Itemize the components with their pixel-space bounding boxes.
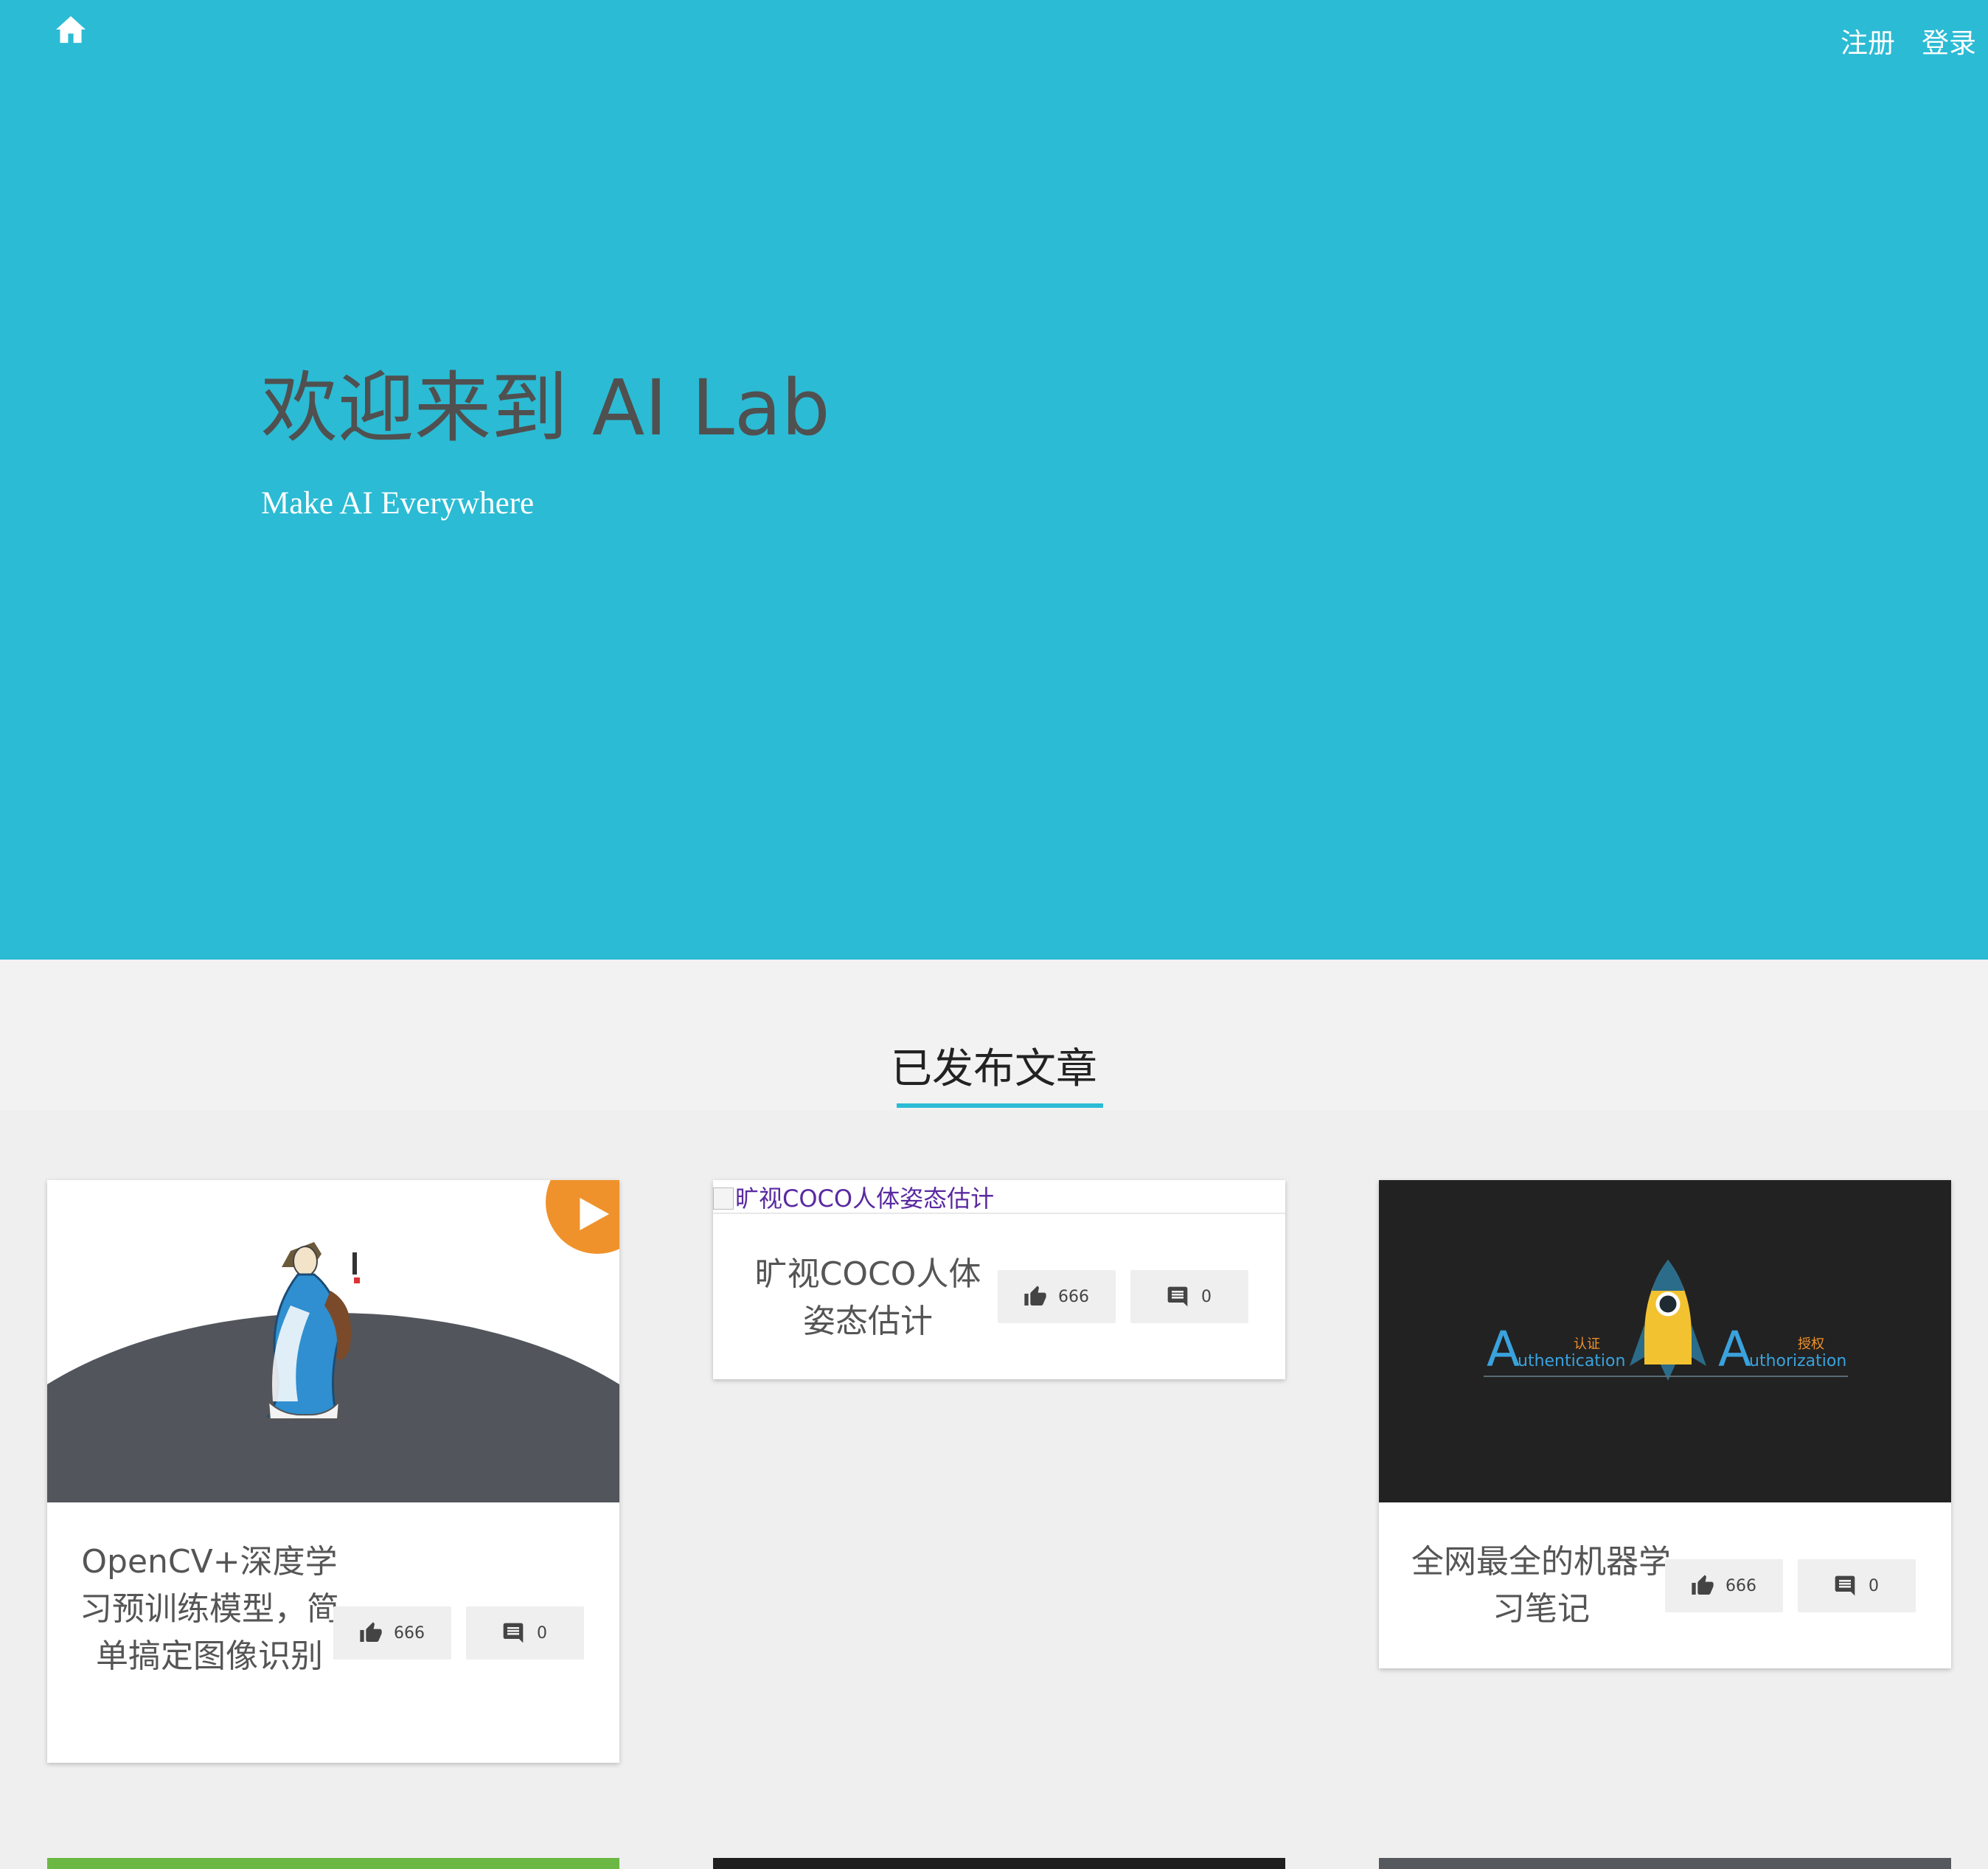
- thumb-up-icon: [360, 1622, 382, 1642]
- hero-subtitle: Make AI Everywhere: [261, 486, 535, 521]
- section-title-underline: [897, 1103, 1103, 1108]
- authz-cn: 授权: [1798, 1336, 1824, 1352]
- comment-button[interactable]: 0: [466, 1606, 584, 1660]
- login-link[interactable]: 登录: [1922, 21, 1976, 60]
- broken-image[interactable]: 旷视COCO人体姿态估计: [713, 1180, 1285, 1214]
- like-count: 666: [394, 1624, 425, 1643]
- article-card[interactable]: OpenCV+深度学习预训练模型，简单搞定图像识别 666 0: [47, 1180, 619, 1763]
- auth-rocket-illustration: A uthentication 认证 A uthorization 授权: [1484, 1260, 1848, 1381]
- comment-button[interactable]: 0: [1798, 1559, 1916, 1612]
- hero-title: 欢迎来到 AI Lab: [261, 363, 830, 453]
- article-card-peek[interactable]: [47, 1858, 619, 1869]
- like-count: 666: [1058, 1288, 1089, 1306]
- thumb-up-icon: [1692, 1575, 1714, 1595]
- play-icon: [580, 1198, 609, 1230]
- article-title[interactable]: 旷视COCO人体姿态估计: [743, 1251, 993, 1345]
- auth-A-letter: A: [1487, 1321, 1520, 1378]
- article-image[interactable]: A uthentication 认证 A uthorization 授权: [1379, 1180, 1951, 1502]
- article-card[interactable]: A uthentication 认证 A uthorization 授权 全网最…: [1379, 1180, 1951, 1668]
- thumb-up-icon: [1024, 1286, 1046, 1305]
- comment-icon: [503, 1623, 524, 1643]
- register-link[interactable]: 注册: [1841, 21, 1895, 60]
- article-card-peek[interactable]: [1379, 1858, 1951, 1869]
- auth-cn: 认证: [1574, 1336, 1600, 1352]
- comment-icon: [1167, 1286, 1188, 1307]
- scholar-illustration: [47, 1242, 619, 1502]
- broken-image-icon: [713, 1187, 734, 1210]
- comment-count: 0: [1869, 1577, 1879, 1595]
- hero-banner: 注册 登录 欢迎来到 AI Lab Make AI Everywhere: [0, 0, 1988, 960]
- like-count: 666: [1725, 1577, 1756, 1595]
- section-title: 已发布文章: [891, 1045, 1097, 1093]
- comment-icon: [1835, 1575, 1855, 1596]
- article-title[interactable]: 全网最全的机器学习笔记: [1408, 1539, 1674, 1633]
- auth-word: uthentication: [1518, 1352, 1625, 1370]
- comment-button[interactable]: 0: [1130, 1270, 1248, 1323]
- authz-word: uthorization: [1749, 1352, 1846, 1370]
- article-image[interactable]: [47, 1180, 619, 1502]
- article-card-peek[interactable]: [713, 1858, 1285, 1869]
- home-icon[interactable]: [55, 15, 87, 44]
- image-alt-text: 旷视COCO人体姿态估计: [735, 1185, 995, 1213]
- article-title[interactable]: OpenCV+深度学习预训练模型，简单搞定图像识别: [77, 1539, 342, 1680]
- article-card[interactable]: 旷视COCO人体姿态估计 旷视COCO人体姿态估计 666 0: [713, 1180, 1285, 1379]
- like-button[interactable]: 666: [333, 1606, 451, 1660]
- like-button[interactable]: 666: [998, 1270, 1116, 1323]
- authz-A-letter: A: [1718, 1321, 1751, 1378]
- comment-count: 0: [1201, 1288, 1212, 1306]
- comment-count: 0: [537, 1624, 547, 1643]
- like-button[interactable]: 666: [1665, 1559, 1783, 1612]
